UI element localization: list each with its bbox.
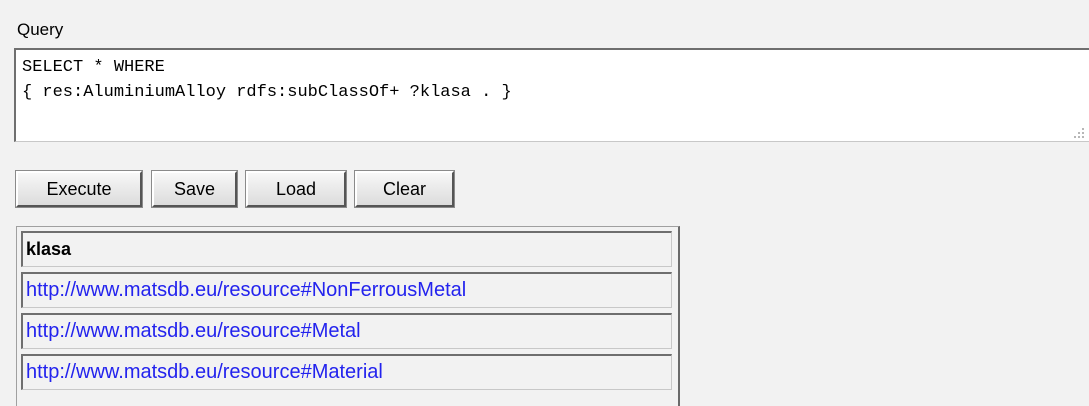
- column-header-klasa: klasa: [21, 231, 672, 267]
- result-link[interactable]: http://www.matsdb.eu/resource#Metal: [21, 313, 672, 349]
- load-button[interactable]: Load: [245, 170, 347, 208]
- results-table: klasa http://www.matsdb.eu/resource#NonF…: [16, 226, 680, 406]
- result-link[interactable]: http://www.matsdb.eu/resource#Material: [21, 354, 672, 390]
- result-link[interactable]: http://www.matsdb.eu/resource#NonFerrous…: [21, 272, 672, 308]
- resize-grip-icon[interactable]: [1073, 127, 1085, 139]
- query-textarea[interactable]: SELECT * WHERE { res:AluminiumAlloy rdfs…: [14, 48, 1089, 142]
- save-button[interactable]: Save: [151, 170, 238, 208]
- query-label: Query: [17, 20, 64, 39]
- clear-button[interactable]: Clear: [354, 170, 455, 208]
- execute-button[interactable]: Execute: [15, 170, 143, 208]
